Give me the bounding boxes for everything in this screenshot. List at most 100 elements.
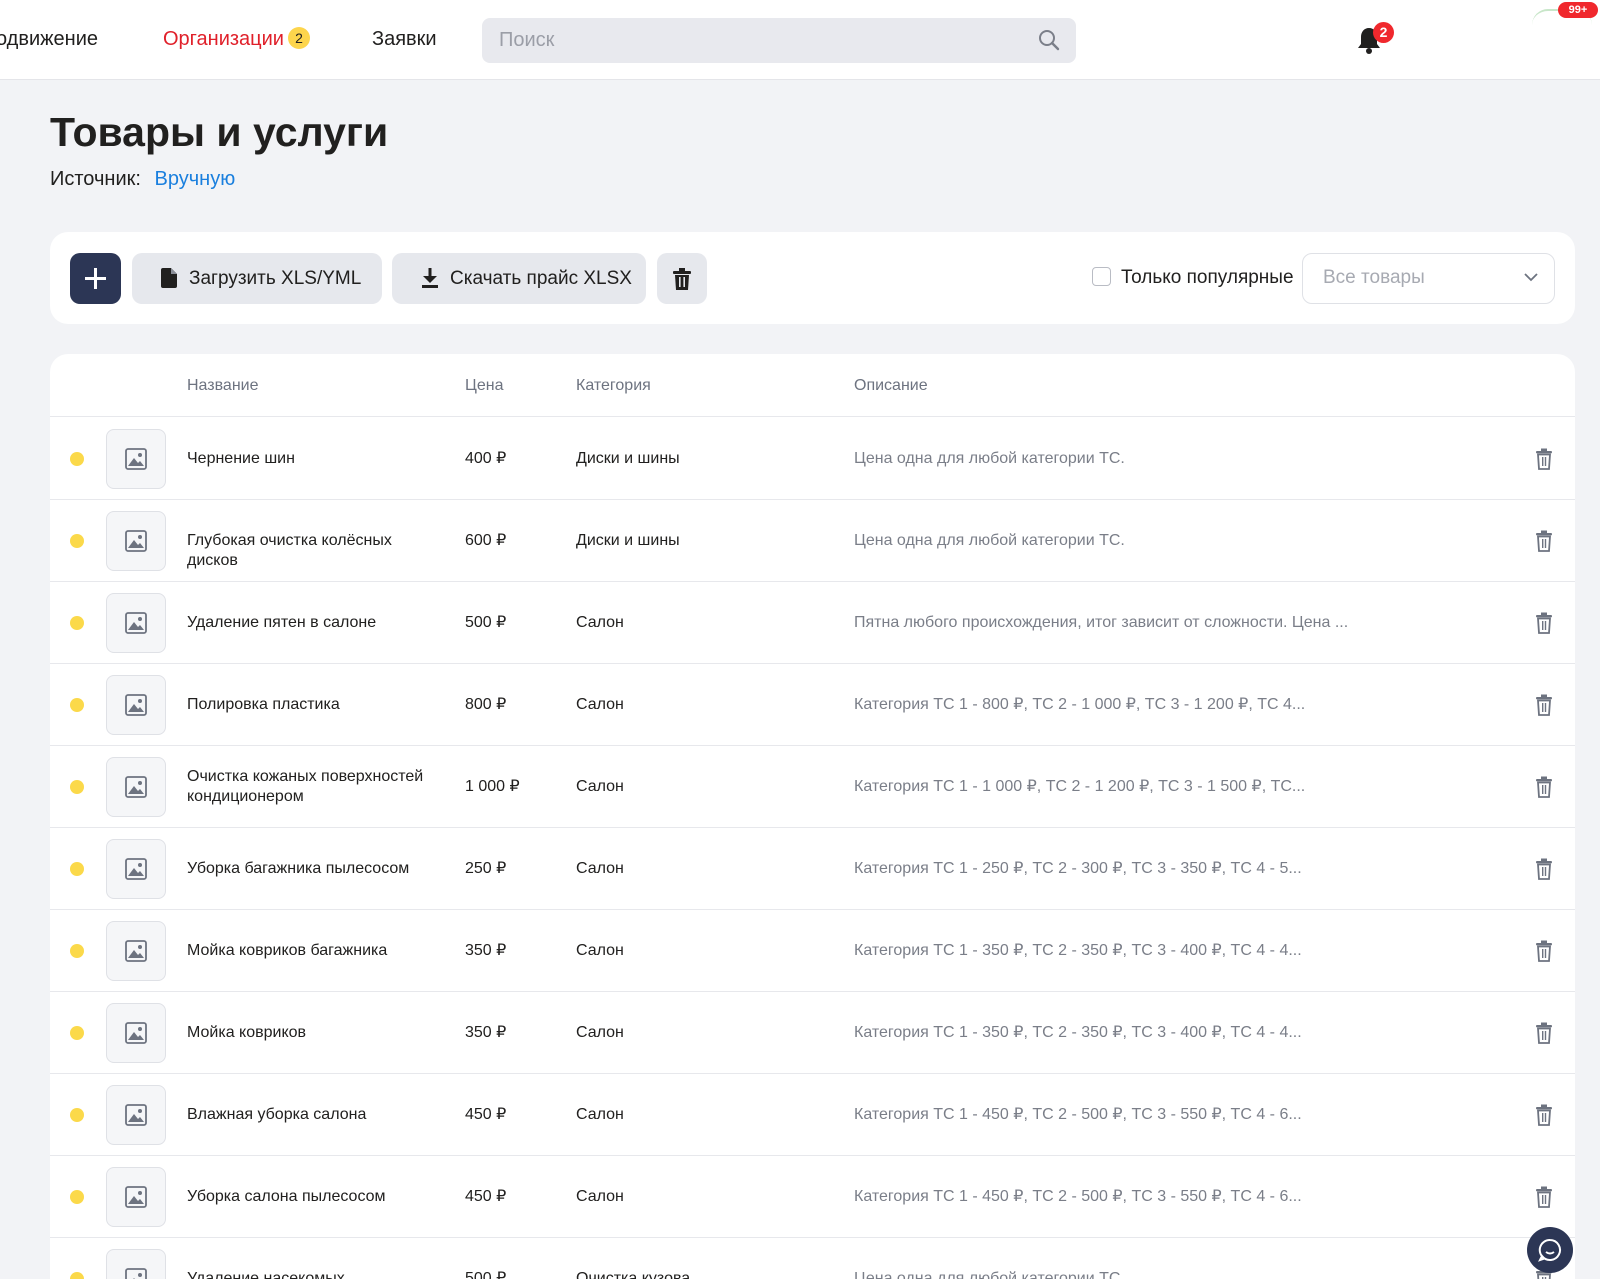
row-price: 400 ₽ <box>465 450 507 467</box>
download-button-label: Скачать прайс XLSX <box>450 268 632 289</box>
status-dot <box>70 616 84 630</box>
column-header-description[interactable]: Описание <box>854 376 928 396</box>
support-chat-button[interactable] <box>1527 1227 1573 1273</box>
image-icon <box>125 858 147 880</box>
product-image-placeholder[interactable] <box>106 429 166 489</box>
top-navigation: одвижение Организации2 Заявки 2 99+ <box>0 0 1600 80</box>
search-icon[interactable] <box>1038 29 1060 51</box>
product-image-placeholder[interactable] <box>106 757 166 817</box>
row-category: Салон <box>576 860 624 877</box>
row-category: Салон <box>576 778 624 795</box>
row-description: Категория ТС 1 - 1 000 ₽, ТС 2 - 1 200 ₽… <box>854 778 1306 795</box>
trash-icon[interactable] <box>1535 448 1553 470</box>
product-image-placeholder[interactable] <box>106 1249 166 1279</box>
row-name: Мойка ковриков багажника <box>187 942 388 959</box>
search-input[interactable] <box>482 18 1022 63</box>
product-image-placeholder[interactable] <box>106 1085 166 1145</box>
row-description: Категория ТС 1 - 350 ₽, ТС 2 - 350 ₽, ТС… <box>854 942 1302 959</box>
products-filter-select[interactable]: Все товары <box>1302 253 1555 304</box>
source-label: Источник: <box>50 168 141 190</box>
row-description: Категория ТС 1 - 450 ₽, ТС 2 - 500 ₽, ТС… <box>854 1188 1302 1205</box>
column-header-price[interactable]: Цена <box>465 376 503 396</box>
nav-item-requests[interactable]: Заявки <box>372 26 437 52</box>
table-row[interactable]: Мойка ковриков багажника 350 ₽ Салон Катего… <box>50 910 1575 992</box>
image-icon <box>125 776 147 798</box>
chevron-down-icon <box>1524 273 1538 282</box>
row-description: Пятна любого происхождения, итог зависит… <box>854 614 1349 631</box>
table-row[interactable]: Уборка багажника пылесосом 250 ₽ Салон Кате… <box>50 828 1575 910</box>
row-name: Полировка пластика <box>187 696 340 713</box>
checkbox-box[interactable] <box>1092 267 1111 286</box>
file-icon <box>161 268 177 288</box>
row-category: Диски и шины <box>576 532 680 549</box>
table-row[interactable]: Очистка кожаных поверхностей кондиционер… <box>50 746 1575 828</box>
row-name: Уборка салона пылесосом <box>187 1188 386 1205</box>
add-item-button[interactable] <box>70 253 121 304</box>
popular-only-label: Только популярные <box>1121 267 1294 288</box>
row-price: 500 ₽ <box>465 1270 507 1279</box>
row-name: Удаление насекомых <box>187 1270 345 1279</box>
image-icon <box>125 940 147 962</box>
delete-selected-button[interactable] <box>657 253 707 304</box>
row-category: Салон <box>576 614 624 631</box>
column-header-name[interactable]: Название <box>187 376 259 396</box>
nav-item-promotion[interactable]: одвижение <box>0 26 98 52</box>
download-price-button[interactable]: Скачать прайс XLSX <box>392 253 646 304</box>
status-dot <box>70 1108 84 1122</box>
row-name: Уборка багажника пылесосом <box>187 860 410 877</box>
popular-only-checkbox[interactable]: Только популярные <box>1092 265 1294 291</box>
product-image-placeholder[interactable] <box>106 1003 166 1063</box>
table-header: Название Цена Категория Описание <box>50 354 1575 417</box>
image-icon <box>125 1104 147 1126</box>
trash-icon[interactable] <box>1535 530 1553 552</box>
table-row[interactable]: Удаление пятен в салоне 500 ₽ Салон Пятна л… <box>50 582 1575 664</box>
product-image-placeholder[interactable] <box>106 1167 166 1227</box>
table-row[interactable]: Удаление насекомых 500 ₽ Очистка кузова Цен… <box>50 1238 1575 1279</box>
image-icon <box>125 448 147 470</box>
trash-icon[interactable] <box>1535 1022 1553 1044</box>
table-row[interactable]: Чернение шин 400 ₽ Диски и шины Цена одна д… <box>50 418 1575 500</box>
row-name: Очистка кожаных поверхностей кондиционер… <box>187 768 424 805</box>
row-price: 250 ₽ <box>465 860 507 877</box>
trash-icon[interactable] <box>1535 858 1553 880</box>
status-dot <box>70 1272 84 1279</box>
trash-icon[interactable] <box>1535 694 1553 716</box>
trash-icon[interactable] <box>1535 1186 1553 1208</box>
table-row[interactable]: Полировка пластика 800 ₽ Салон Категория ТС… <box>50 664 1575 746</box>
row-category: Салон <box>576 942 624 959</box>
source-link[interactable]: Вручную <box>155 168 236 190</box>
trash-icon[interactable] <box>1535 776 1553 798</box>
row-price: 350 ₽ <box>465 1024 507 1041</box>
filter-selected-value: Все товары <box>1323 267 1425 288</box>
nav-count-badge: 2 <box>287 27 310 49</box>
table-row[interactable]: Влажная уборка салона 450 ₽ Салон Категория… <box>50 1074 1575 1156</box>
column-header-category[interactable]: Категория <box>576 376 651 396</box>
trash-icon[interactable] <box>1535 940 1553 962</box>
source-row: Источник: Вручную <box>50 166 235 192</box>
product-image-placeholder[interactable] <box>106 675 166 735</box>
trash-icon[interactable] <box>1535 612 1553 634</box>
product-image-placeholder[interactable] <box>106 593 166 653</box>
upload-button-label: Загрузить XLS/YML <box>189 268 362 289</box>
notification-count-badge: 2 <box>1373 22 1394 43</box>
row-name: Глубокая очистка колёсных дисков <box>187 532 392 569</box>
table-row[interactable]: Мойка ковриков 350 ₽ Салон Категория ТС 1 -… <box>50 992 1575 1074</box>
product-image-placeholder[interactable] <box>106 511 166 571</box>
table-row[interactable]: Уборка салона пылесосом 450 ₽ Салон Категор… <box>50 1156 1575 1238</box>
nav-item-organizations[interactable]: Организации 2 <box>163 26 310 52</box>
row-category: Салон <box>576 1106 624 1123</box>
row-description: Цена одна для любой категории ТС. <box>854 532 1125 549</box>
upload-xls-button[interactable]: Загрузить XLS/YML <box>132 253 382 304</box>
product-image-placeholder[interactable] <box>106 921 166 981</box>
row-category: Диски и шины <box>576 450 680 467</box>
product-image-placeholder[interactable] <box>106 839 166 899</box>
status-dot <box>70 1026 84 1040</box>
row-price: 600 ₽ <box>465 532 507 549</box>
trash-icon[interactable] <box>1535 1104 1553 1126</box>
status-dot <box>70 534 84 548</box>
table-row[interactable]: Глубокая очистка колёсных дисков 600 ₽ Дис… <box>50 500 1575 582</box>
download-icon <box>422 268 438 288</box>
row-name: Влажная уборка салона <box>187 1106 367 1123</box>
row-description: Категория ТС 1 - 800 ₽, ТС 2 - 1 000 ₽, … <box>854 696 1306 713</box>
status-dot <box>70 862 84 876</box>
